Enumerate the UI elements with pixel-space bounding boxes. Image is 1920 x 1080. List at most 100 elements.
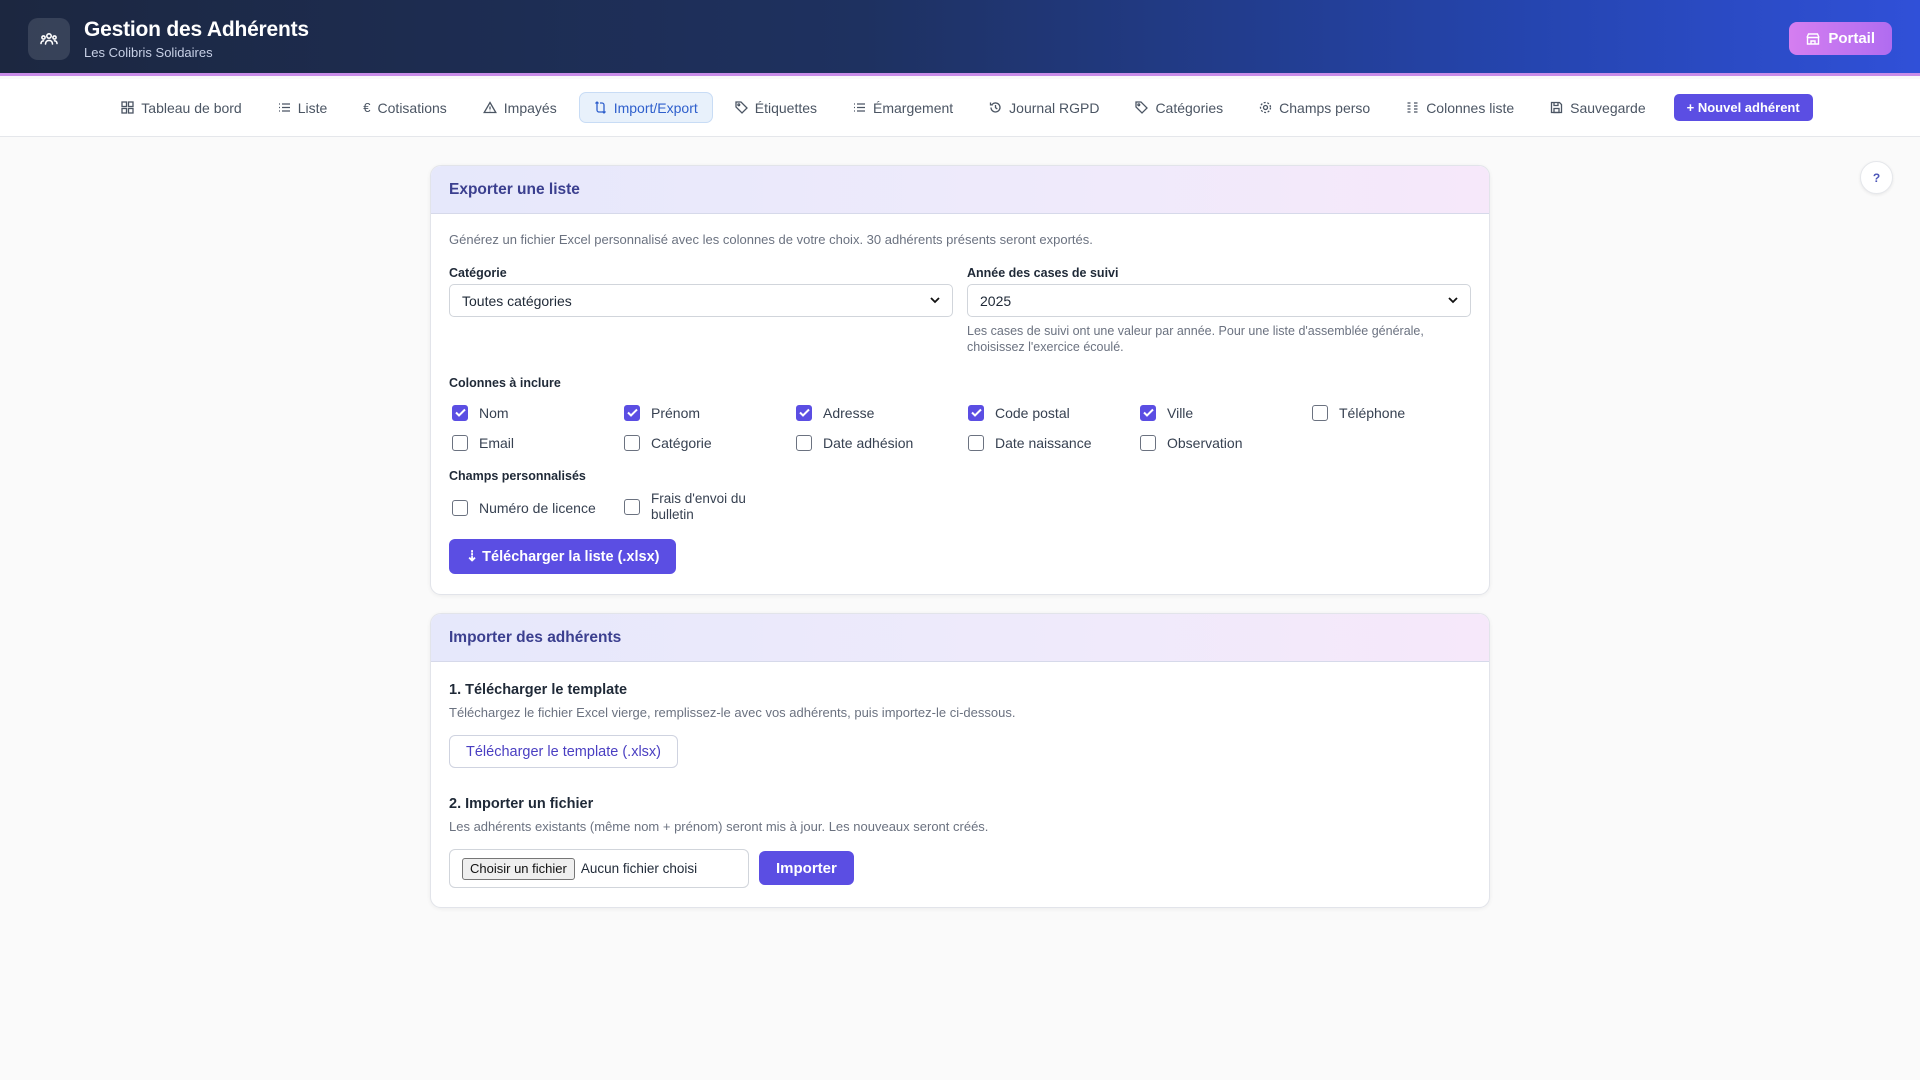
checkbox-label: Catégorie (651, 434, 712, 451)
gear-icon (1259, 101, 1272, 114)
tab-label: Tableau de bord (141, 99, 242, 116)
import-card-body: 1. Télécharger le template Téléchargez l… (431, 662, 1489, 907)
app-title: Gestion des Adhérents (84, 18, 309, 41)
history-icon (990, 102, 1001, 113)
step2-title: 2. Importer un fichier (449, 796, 594, 812)
checkbox[interactable] (796, 434, 812, 451)
tag-icon (1135, 101, 1149, 114)
tab-emargement[interactable]: Émargement (839, 92, 967, 123)
tab-etiquettes[interactable]: Étiquettes (721, 92, 831, 123)
portal-button[interactable]: Portail (1789, 22, 1892, 55)
column-checkbox-nom[interactable]: Nom (452, 404, 624, 421)
step1-description: Téléchargez le fichier Excel vierge, rem… (449, 705, 1016, 720)
export-description: Générez un fichier Excel personnalisé av… (449, 232, 1093, 247)
help-button[interactable]: ? (1860, 161, 1893, 194)
columns-checkbox-grid: Nom Prénom Adresse Code postal Ville Tél… (452, 404, 1484, 451)
category-label: Catégorie (449, 266, 507, 280)
checkbox[interactable] (1140, 404, 1156, 421)
tab-sauvegarde[interactable]: Sauvegarde (1536, 92, 1660, 123)
choose-file-button[interactable]: Choisir un fichier (462, 857, 575, 880)
year-hint-line: choisissez l'exercice écoulé. (967, 340, 1124, 354)
app-header: Gestion des Adhérents Les Colibris Solid… (0, 0, 1920, 76)
tab-label: Sauvegarde (1570, 99, 1646, 116)
tab-label: Journal RGPD (1009, 99, 1100, 116)
custom-fields-label: Champs personnalisés (449, 469, 586, 483)
checkbox-label-line: Frais d'envoi du (651, 491, 746, 506)
tab-liste[interactable]: Liste (264, 92, 342, 123)
export-card-body: Générez un fichier Excel personnalisé av… (431, 214, 1489, 594)
tab-import-export[interactable]: Import/Export (578, 92, 713, 123)
checkbox-label: Email (479, 434, 515, 451)
tab-champs-perso[interactable]: Champs perso (1245, 92, 1384, 123)
list-icon (278, 103, 290, 112)
column-checkbox-code-postal[interactable]: Code postal (968, 404, 1140, 421)
tab-label: Catégories (1155, 99, 1224, 116)
checkbox[interactable] (624, 499, 640, 515)
checkbox-label: Adresse (823, 404, 875, 421)
checkbox-label-line: bulletin (651, 507, 694, 522)
download-list-button[interactable]: ⇣ Télécharger la liste (.xlsx) (449, 539, 677, 574)
export-card: Exporter une liste Générez un fichier Ex… (430, 165, 1490, 595)
checkbox[interactable] (452, 434, 468, 451)
tab-label: Cotisations (377, 99, 447, 116)
store-icon (1806, 32, 1820, 45)
tag-icon (735, 101, 748, 114)
checkbox[interactable] (796, 404, 812, 421)
checkbox[interactable] (452, 499, 468, 516)
column-checkbox-adresse[interactable]: Adresse (796, 404, 968, 421)
tab-colonnes-liste[interactable]: Colonnes liste (1392, 92, 1528, 123)
download-template-button[interactable]: Télécharger le template (.xlsx) (449, 735, 679, 768)
list-icon (854, 103, 866, 112)
save-icon (1550, 101, 1563, 114)
column-checkbox-ville[interactable]: Ville (1140, 404, 1312, 421)
column-checkbox-date-adhesion[interactable]: Date adhésion (796, 434, 968, 451)
checkbox[interactable] (968, 404, 984, 421)
year-selected-value: 2025 (980, 292, 1012, 309)
column-checkbox-observation[interactable]: Observation (1140, 434, 1312, 451)
custom-field-checkbox-licence[interactable]: Numéro de licence (452, 499, 596, 516)
checkbox[interactable] (624, 404, 640, 421)
custom-field-checkbox-frais-envoi[interactable]: Frais d'envoi du bulletin (624, 491, 746, 523)
checkbox[interactable] (1140, 434, 1156, 451)
euro-icon: € (363, 100, 371, 115)
import-card: Importer des adhérents 1. Télécharger le… (430, 613, 1490, 908)
checkbox[interactable] (624, 434, 640, 451)
portal-label: Portail (1828, 30, 1875, 47)
tab-journal-rgpd[interactable]: Journal RGPD (975, 92, 1113, 123)
checkbox[interactable] (1312, 404, 1328, 421)
tab-label: Champs perso (1279, 99, 1371, 116)
checkbox-label: Nom (479, 404, 509, 421)
column-checkbox-date-naissance[interactable]: Date naissance (968, 434, 1140, 451)
checkbox-label: Date adhésion (823, 434, 914, 451)
checkbox-label: Téléphone (1339, 404, 1406, 421)
tab-label: Étiquettes (754, 99, 818, 116)
column-checkbox-telephone[interactable]: Téléphone (1312, 404, 1484, 421)
year-select[interactable]: 2025 (967, 284, 1471, 317)
checkbox-label: Frais d'envoi du bulletin (651, 491, 746, 523)
people-icon (28, 18, 70, 60)
category-select[interactable]: Toutes catégories (449, 284, 953, 317)
tab-label: Impayés (503, 99, 557, 116)
chevron-down-icon (1448, 297, 1458, 304)
tab-impayes[interactable]: Impayés (469, 92, 571, 123)
checkbox[interactable] (452, 404, 468, 421)
main-nav: Tableau de bord Liste € Cotisations Impa… (0, 79, 1920, 137)
tab-tableau-de-bord[interactable]: Tableau de bord (107, 92, 255, 123)
year-label: Année des cases de suivi (967, 266, 1119, 280)
checkbox-label: Numéro de licence (479, 499, 596, 516)
column-checkbox-email[interactable]: Email (452, 434, 624, 451)
columns-label: Colonnes à inclure (449, 376, 561, 390)
file-input[interactable]: Choisir un fichier Aucun fichier choisi (449, 849, 749, 888)
step1-title: 1. Télécharger le template (449, 682, 628, 698)
tab-categories[interactable]: Catégories (1121, 92, 1237, 123)
tab-label: Import/Export (613, 99, 698, 116)
import-card-title: Importer des adhérents (431, 614, 1489, 662)
new-member-button[interactable]: + Nouvel adhérent (1673, 94, 1813, 121)
export-card-title: Exporter une liste (431, 166, 1489, 214)
grid-icon (121, 101, 134, 114)
import-button[interactable]: Importer (759, 851, 854, 885)
column-checkbox-categorie[interactable]: Catégorie (624, 434, 796, 451)
column-checkbox-prenom[interactable]: Prénom (624, 404, 796, 421)
tab-cotisations[interactable]: € Cotisations (349, 92, 461, 123)
checkbox[interactable] (968, 434, 984, 451)
